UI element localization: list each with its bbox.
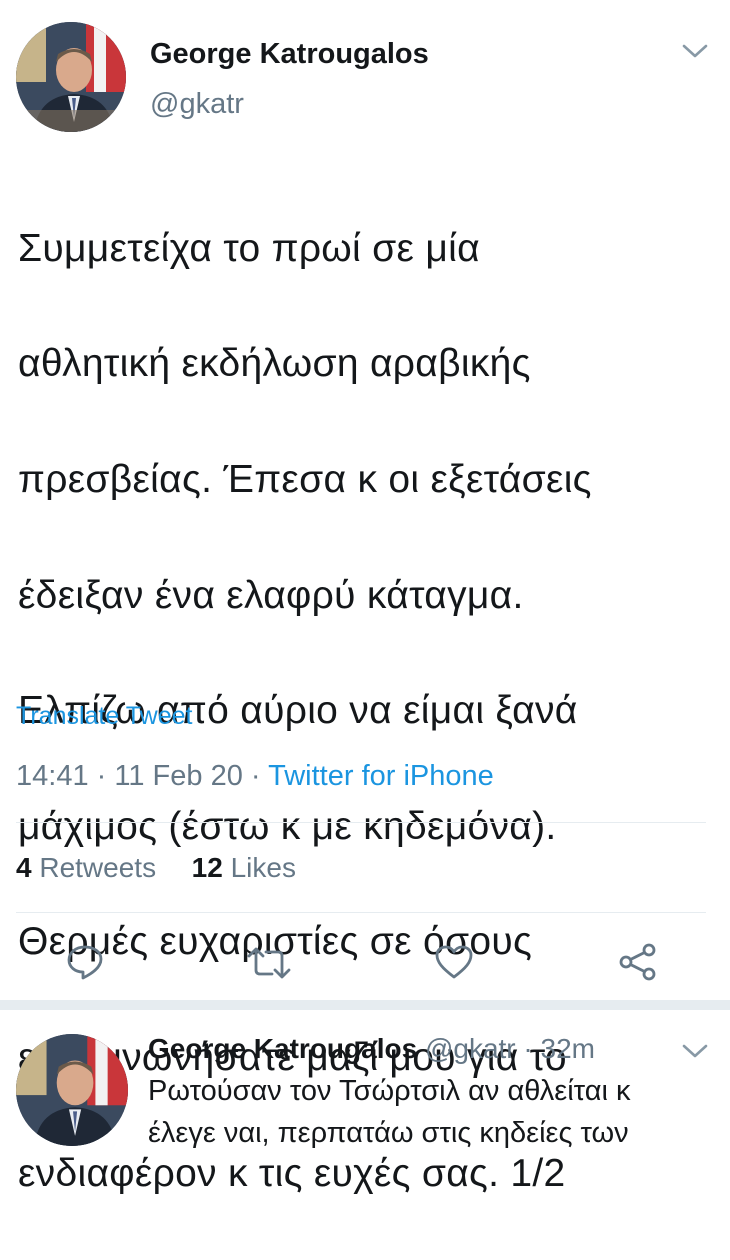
reply-text-line: έλεγε ναι, περπατάω στις κηδείες των [148, 1117, 629, 1149]
tweet-text-line: μάχιμος (έστω κ με κηδεμόνα). [18, 804, 557, 848]
reply-text-line: Ρωτούσαν τον Τσώρτσιλ αν αθλείται κ [148, 1075, 631, 1107]
author-handle[interactable]: @gkatr [150, 88, 244, 121]
divider [16, 822, 706, 823]
reply-tweet-text: Ρωτούσαν τον Τσώρτσιλ αν αθλείται κ έλεγ… [148, 1070, 718, 1154]
retweets-count: 4 [16, 852, 32, 883]
tweet-meta: 14:41 · 11 Feb 20 · Twitter for iPhone [16, 760, 494, 793]
tweet-text-line: Θερμές ευχαριστίες σε όσους [18, 920, 533, 964]
retweet-button[interactable] [246, 946, 292, 980]
tweet-date: 11 Feb 20 [114, 760, 243, 792]
tweet-text-line: πρεσβείας. Έπεσα κ οι εξετάσεις [18, 457, 592, 501]
tweet-text-line: Συμμετείχα το πρωί σε μία [18, 226, 480, 270]
reply-icon [67, 945, 103, 980]
retweet-icon [247, 947, 291, 979]
meta-separator: · [96, 760, 107, 792]
share-button[interactable] [618, 942, 658, 982]
reply-time-ago: 32m [540, 1033, 595, 1064]
tweet-separator [0, 1000, 730, 1010]
like-button[interactable] [434, 944, 474, 980]
retweets-label: Retweets [39, 852, 157, 883]
tweet-source-link[interactable]: Twitter for iPhone [268, 760, 494, 792]
author-name[interactable]: George Katrougalos [150, 38, 429, 71]
reply-author-handle[interactable]: @gkatr [425, 1033, 516, 1064]
share-icon [619, 943, 656, 981]
reply-author-name[interactable]: George Katrougalos [148, 1033, 417, 1064]
retweets-stat[interactable]: 4 Retweets [16, 852, 156, 883]
tweet-text-line: έδειξαν ένα ελαφρύ κάταγμα. [18, 573, 524, 617]
meta-separator: · [523, 1033, 533, 1064]
likes-stat[interactable]: 12 Likes [192, 852, 296, 883]
reply-header: George Katrougalos @gkatr · 32m [148, 1033, 595, 1065]
tweet-stats: 4 Retweets 12 Likes [16, 852, 296, 884]
chevron-down-icon[interactable] [680, 40, 710, 62]
tweet-text-line: αθλητική εκδήλωση αραβικής [18, 342, 531, 386]
reply-author-avatar[interactable] [16, 1034, 128, 1146]
likes-count: 12 [191, 852, 223, 883]
like-icon [435, 945, 473, 979]
reply-chevron-down-icon[interactable] [680, 1040, 710, 1062]
likes-label: Likes [230, 852, 296, 883]
translate-tweet-link[interactable]: Translate Tweet [16, 702, 192, 731]
author-avatar[interactable] [16, 22, 126, 132]
divider [16, 912, 706, 913]
meta-separator: · [250, 760, 261, 792]
tweet-time: 14:41 [16, 760, 89, 792]
reply-button[interactable] [66, 944, 104, 980]
